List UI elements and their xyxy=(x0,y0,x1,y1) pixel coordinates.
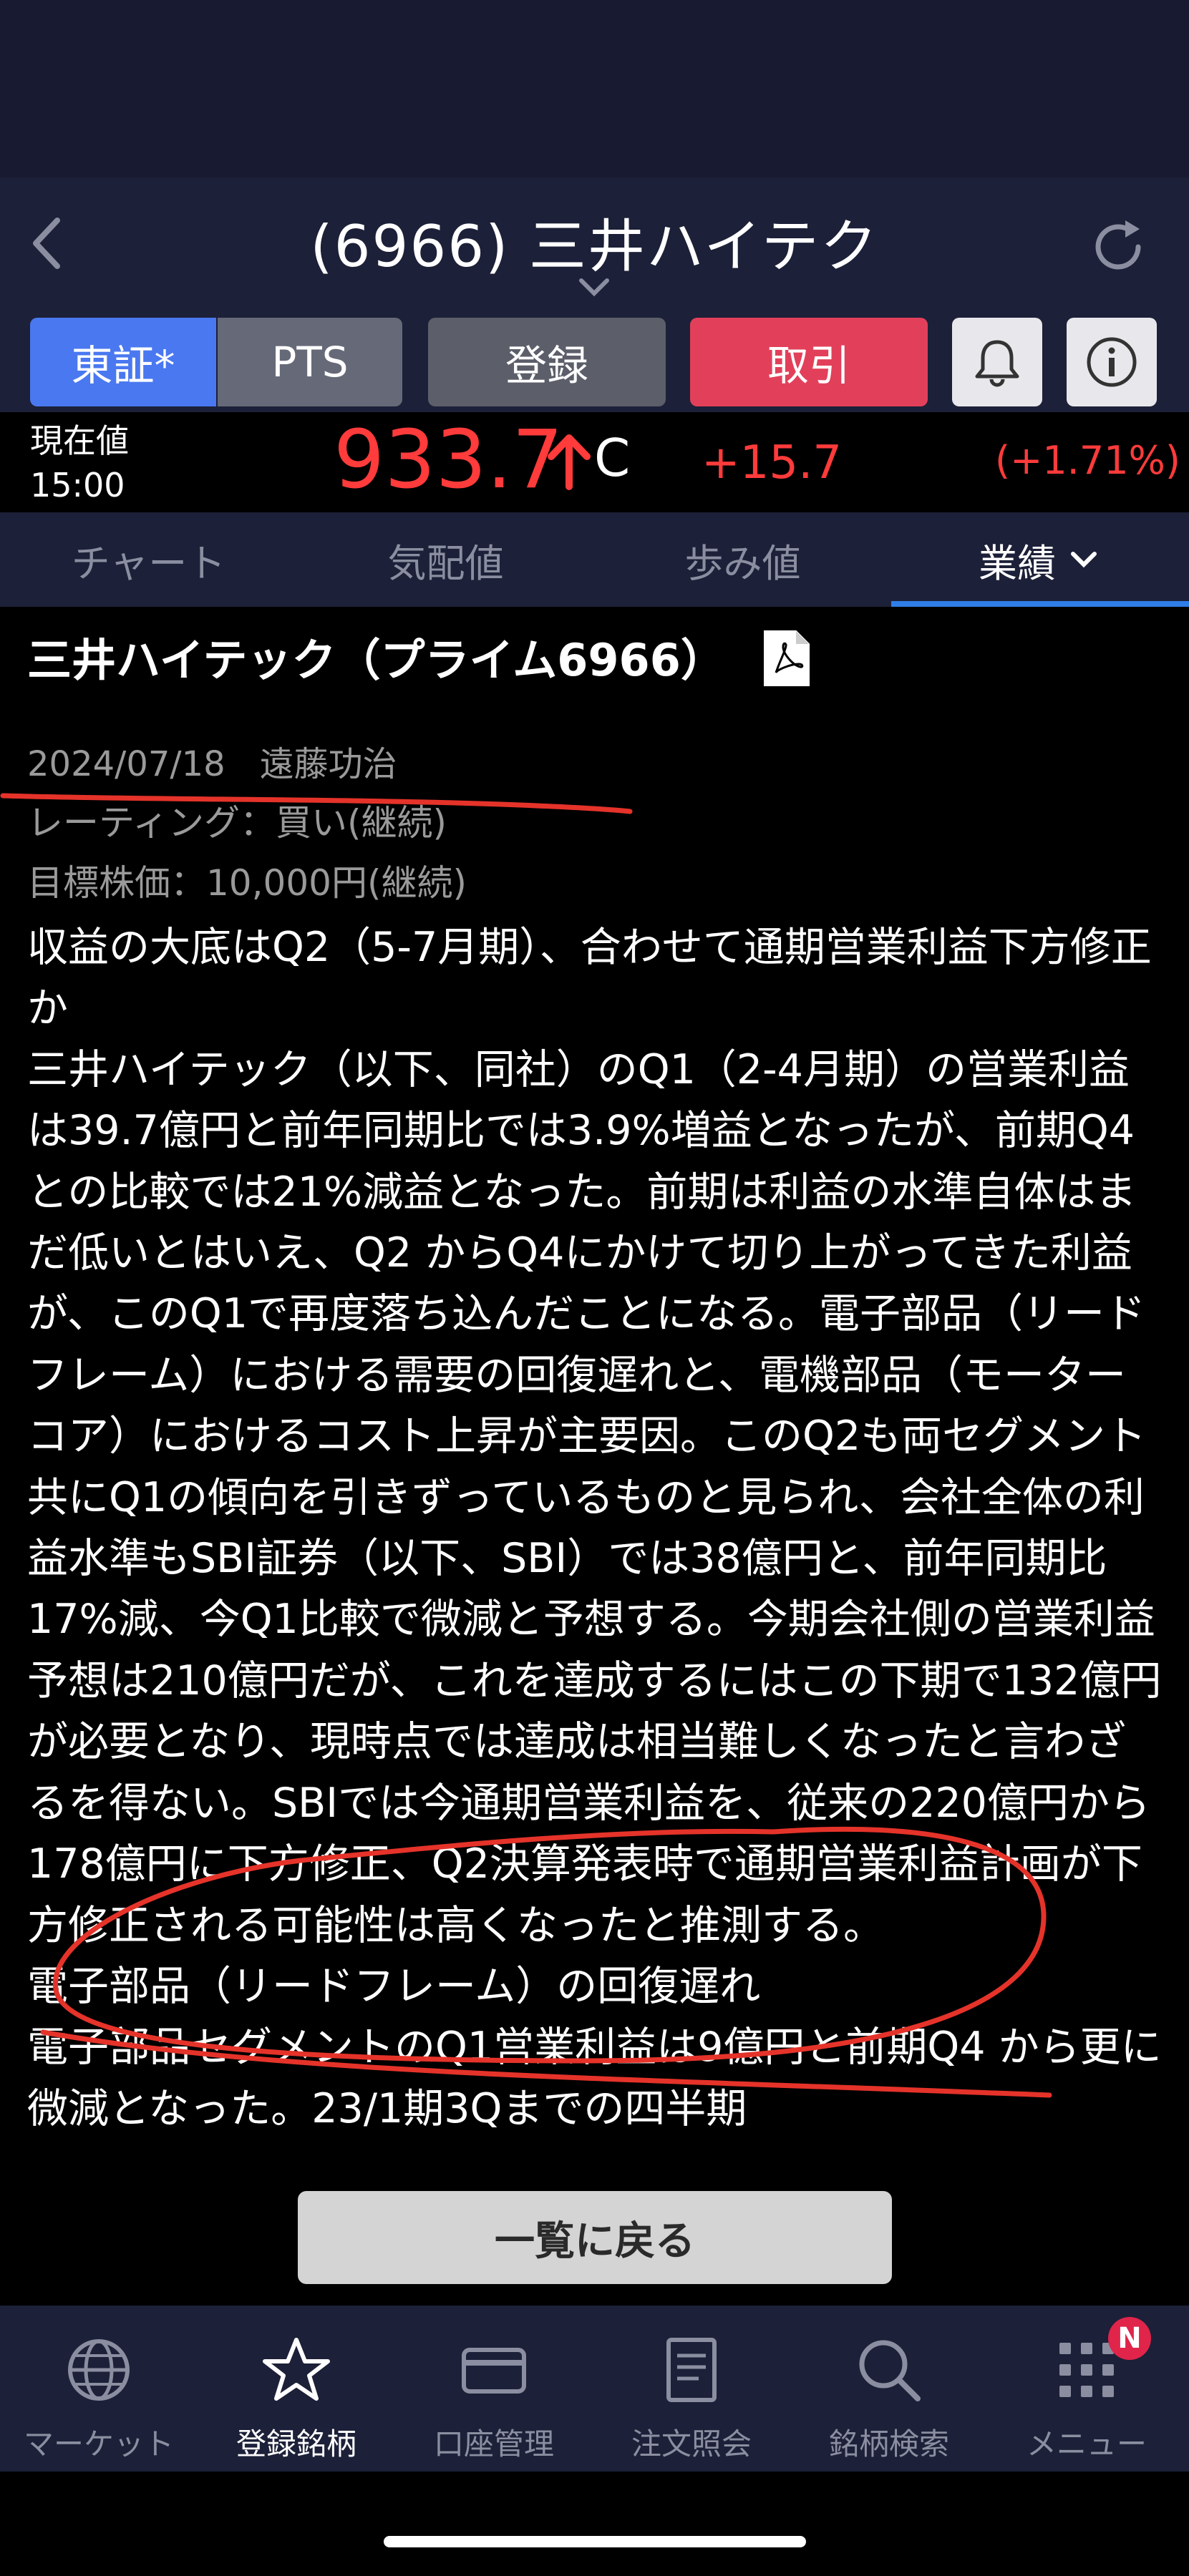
trade-button[interactable]: 取引 xyxy=(690,318,928,406)
current-price: 933.7 xyxy=(334,414,563,507)
tab-results-label: 業績 xyxy=(979,540,1056,586)
tab-results[interactable]: 業績 xyxy=(891,512,1189,607)
bell-icon xyxy=(975,340,1019,387)
back-to-list-button[interactable]: 一覧に戻る xyxy=(298,2191,892,2284)
nav-market[interactable]: マーケット xyxy=(0,2306,198,2472)
report-body: 収益の大底はQ2（5-7月期）、合わせて通期営業利益下方修正か 三井ハイテック（… xyxy=(27,917,1165,2306)
info-button[interactable] xyxy=(1067,318,1157,406)
nav-watchlist[interactable]: 登録銘柄 xyxy=(198,2306,395,2472)
search-icon xyxy=(859,2340,921,2401)
current-price-label: 現在値 15:00 xyxy=(30,419,129,507)
report-paragraph-2: 電子部品セグメントのQ1営業利益は9億円と前期Q4 から更に微減となった。23/… xyxy=(27,2024,1162,2132)
report-paragraph: 三井ハイテック（以下、同社）のQ1（2-4月期）の営業利益は39.7億円と前年同… xyxy=(27,1045,1162,1949)
active-tab-indicator xyxy=(891,601,1189,607)
chevron-down-icon xyxy=(1071,552,1097,568)
home-indicator[interactable] xyxy=(384,2536,806,2547)
nav-label: 注文照会 xyxy=(631,2426,752,2462)
nav-label: 銘柄検索 xyxy=(828,2426,949,2462)
status-bar-area xyxy=(0,0,1189,177)
nav-orders[interactable]: 注文照会 xyxy=(593,2306,790,2472)
tab-quote[interactable]: 気配値 xyxy=(297,512,594,607)
card-icon xyxy=(462,2348,526,2394)
report-headline: 収益の大底はQ2（5-7月期）、合わせて通期営業利益下方修正か xyxy=(27,924,1152,1033)
nav-label: メニュー xyxy=(1026,2426,1147,2462)
globe-icon xyxy=(68,2339,130,2401)
market-tosho-tab[interactable]: 東証* xyxy=(30,318,216,406)
report-title: 三井ハイテック（プライム6966） xyxy=(27,634,725,686)
home-bar-area xyxy=(0,2472,1189,2576)
nav-account[interactable]: 口座管理 xyxy=(395,2306,593,2472)
price-time: 15:00 xyxy=(30,466,125,504)
arrow-up-icon xyxy=(544,429,594,494)
document-icon xyxy=(666,2338,717,2402)
price-suffix: C xyxy=(594,428,631,488)
refresh-icon[interactable] xyxy=(1088,215,1152,279)
tab-chart[interactable]: チャート xyxy=(0,512,297,607)
notification-badge: N xyxy=(1108,2317,1151,2360)
stock-title[interactable]: (6966) 三井ハイテク xyxy=(0,200,1189,283)
pdf-icon[interactable] xyxy=(760,628,813,688)
star-icon xyxy=(263,2338,330,2401)
price-label-title: 現在値 xyxy=(30,421,129,460)
chevron-down-icon[interactable] xyxy=(573,273,616,302)
nav-label: 口座管理 xyxy=(433,2426,554,2462)
price-change-percent: (+1.71%) xyxy=(995,438,1180,483)
report-rating: レーティング：買い(継続) xyxy=(27,802,447,844)
nav-search[interactable]: 銘柄検索 xyxy=(790,2306,988,2472)
nav-label: マーケット xyxy=(23,2426,174,2462)
report-date-author: 2024/07/18 遠藤功治 xyxy=(27,744,397,784)
report-subheading: 電子部品（リードフレーム）の回復遅れ xyxy=(27,1962,761,2010)
nav-menu[interactable]: メニュー xyxy=(988,2306,1189,2472)
alert-button[interactable] xyxy=(952,318,1042,406)
register-button[interactable]: 登録 xyxy=(428,318,666,406)
report-target-price: 目標株価：10,000円(継続) xyxy=(27,862,467,904)
tab-ticks[interactable]: 歩み値 xyxy=(594,512,891,607)
market-pts-tab[interactable]: PTS xyxy=(218,318,402,406)
price-change: +15.7 xyxy=(702,436,843,489)
info-icon xyxy=(1087,337,1137,387)
nav-label: 登録銘柄 xyxy=(236,2426,356,2462)
